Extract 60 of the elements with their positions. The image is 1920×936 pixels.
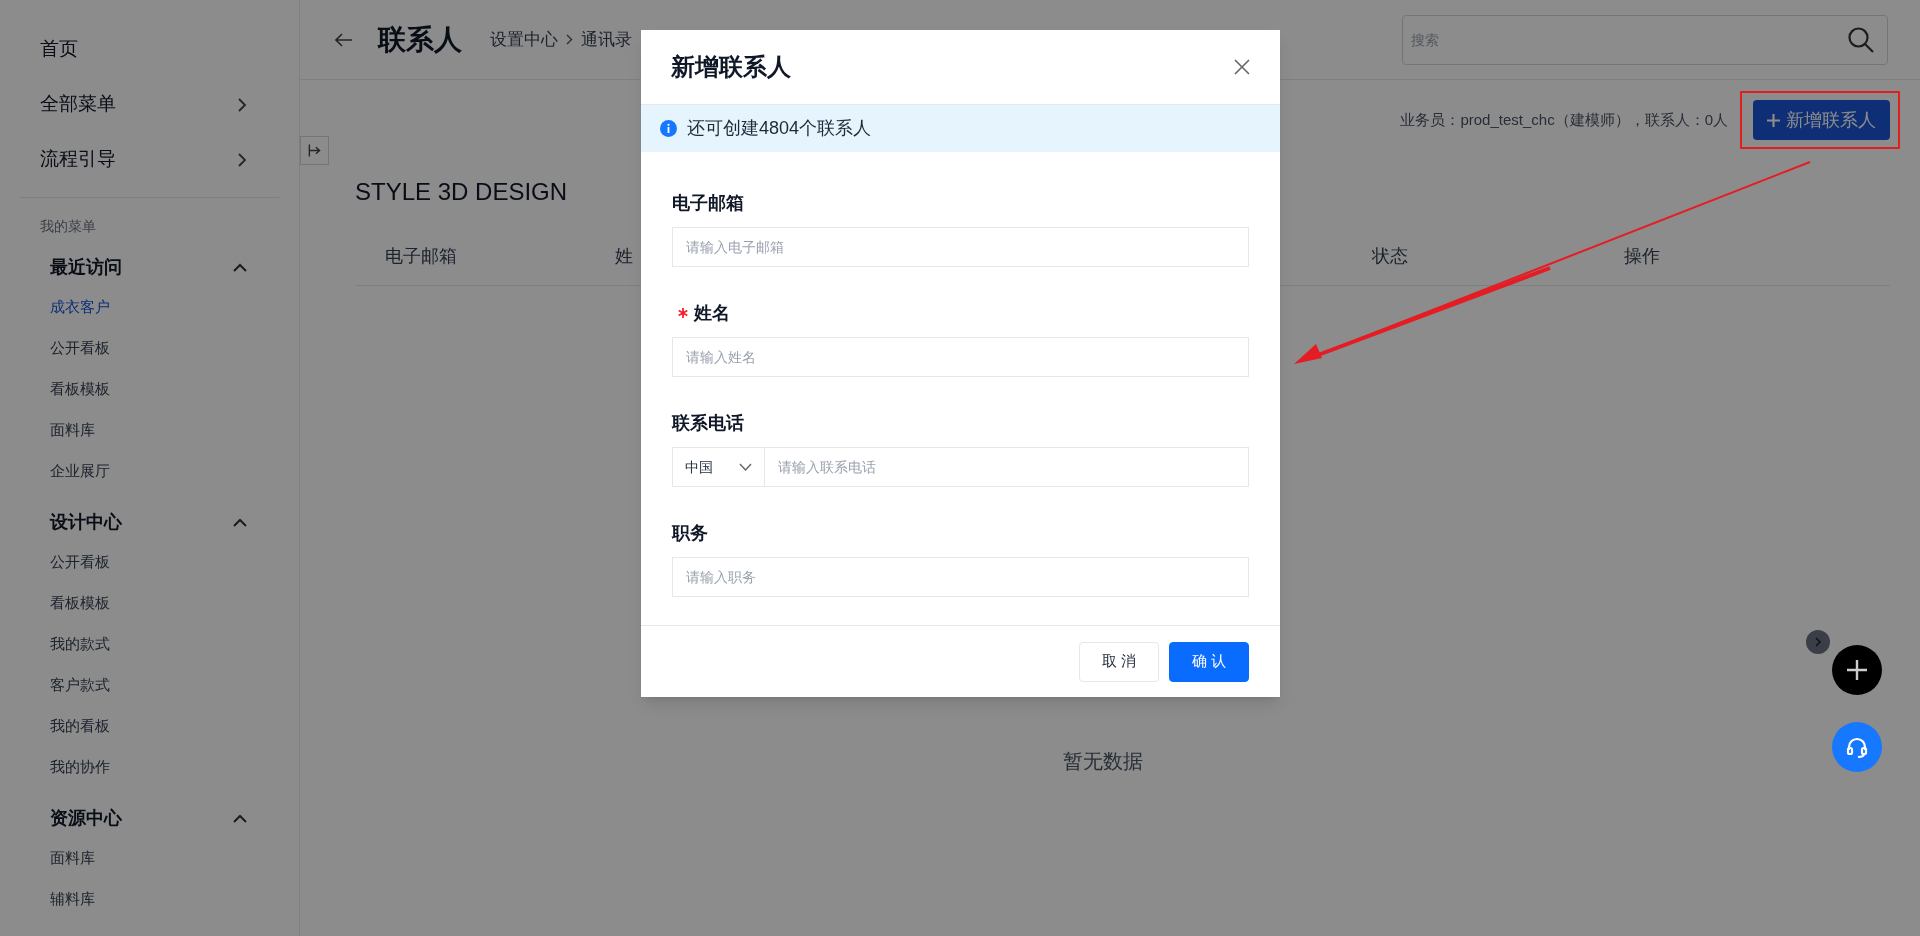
field-label: 联系电话 [672,411,744,435]
column-header: 状态 [1372,246,1408,266]
sidebar-link[interactable]: 成衣客户 [40,287,259,328]
sidebar-group-header[interactable]: 最近访问 [40,247,259,287]
close-icon[interactable] [1234,59,1250,75]
sidebar-section-label: 我的菜单 [40,217,97,236]
text-input[interactable]: 请输入姓名 [672,337,1249,377]
expand-sidebar-icon[interactable] [300,136,329,165]
add-button[interactable] [1832,645,1882,695]
sidebar-link[interactable]: 面料库 [40,838,259,879]
info-icon [660,120,677,137]
breadcrumb-separator-icon [566,34,573,45]
sidebar-link[interactable]: 辅料库 [40,879,259,920]
text-input[interactable]: 请输入职务 [672,557,1249,597]
sidebar-item[interactable]: 全部菜单 [40,90,116,119]
plus-icon [1767,113,1780,127]
cancel-button[interactable]: 取 消 [1078,641,1159,682]
summary-text: 业务员：prod_test_chc（建模师），联系人：0人 [1400,109,1728,130]
dialog-title: 新增联系人 [671,52,791,82]
search-icon[interactable] [1846,24,1876,55]
search-field[interactable]: 搜索 [1402,14,1888,65]
column-header: 姓 [615,246,633,266]
sidebar-link[interactable]: 看板模板 [40,369,259,410]
empty-state-text: 暂无数据 [1062,749,1143,774]
sidebar-item[interactable]: 流程引导 [40,145,116,174]
phone-input[interactable]: 请输入联系电话 [765,447,1249,487]
sidebar-item[interactable]: 首页 [40,35,78,64]
field-label: 姓名 [694,301,730,325]
chevron-right-icon [237,96,247,113]
page-title: 联系人 [378,22,462,57]
sidebar-link[interactable]: 公开看板 [40,328,259,369]
headset-icon [1845,735,1869,759]
sidebar-link[interactable]: 我的看板 [40,706,259,747]
confirm-button[interactable]: 确 认 [1168,641,1249,682]
country-select[interactable]: 中国 [672,447,765,487]
info-text: 还可创建4804个联系人 [687,117,872,140]
plus-icon [1846,659,1868,681]
sidebar-link[interactable]: 公开看板 [40,542,259,583]
add-contact-button[interactable]: 新增联系人 [1753,100,1890,140]
section-title: STYLE 3D DESIGN [355,177,568,207]
sidebar-group-header[interactable]: 资源中心 [40,798,259,838]
scroll-right-icon[interactable] [1806,630,1830,654]
field-label: 职务 [672,521,708,545]
breadcrumb-link[interactable]: 通讯录 [581,26,632,53]
column-header: 电子邮箱 [385,246,457,266]
support-button[interactable] [1832,722,1882,772]
sidebar-link[interactable]: 客户款式 [40,665,259,706]
back-arrow-icon[interactable] [335,32,353,47]
sidebar-link[interactable]: 看板模板 [40,583,259,624]
field-label: 电子邮箱 [672,191,744,215]
sidebar-link[interactable]: 我的协作 [40,747,259,788]
sidebar-link[interactable]: 面料库 [40,410,259,451]
breadcrumb-link[interactable]: 设置中心 [490,26,558,53]
sidebar-link[interactable]: 我的款式 [40,624,259,665]
sidebar-group-header[interactable]: 设计中心 [40,502,259,542]
column-header: 操作 [1624,246,1660,266]
sidebar-link[interactable]: 企业展厅 [40,451,259,492]
chevron-right-icon [237,151,247,168]
chevron-down-icon [739,463,752,471]
text-input[interactable]: 请输入电子邮箱 [672,227,1249,267]
